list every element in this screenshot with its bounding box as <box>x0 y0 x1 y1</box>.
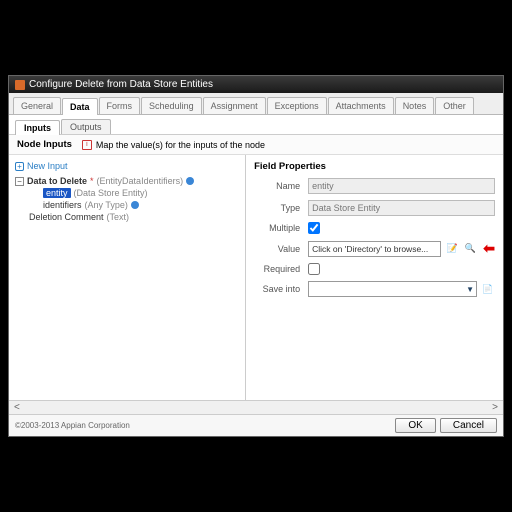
saveinto-dropdown[interactable]: ▼ <box>308 281 477 297</box>
node-inputs-hint: Map the value(s) for the inputs of the n… <box>96 140 265 150</box>
row-required: Required <box>254 263 495 275</box>
tab-scheduling[interactable]: Scheduling <box>141 97 202 114</box>
directory-browse-icon[interactable]: 🔍 <box>463 242 477 256</box>
tree-node-deletion-comment[interactable]: Deletion Comment (Text) <box>15 211 241 223</box>
node-inputs-bar: Node Inputs i Map the value(s) for the i… <box>9 135 503 155</box>
label-required: Required <box>254 264 304 274</box>
label-value: Value <box>254 244 304 254</box>
new-input-link[interactable]: + New Input <box>13 159 241 175</box>
new-input-label: New Input <box>27 161 68 171</box>
ok-button[interactable]: OK <box>395 418 435 433</box>
row-multiple: Multiple <box>254 222 495 234</box>
required-checkbox[interactable] <box>308 263 320 275</box>
tree-type: (Text) <box>107 212 130 222</box>
inputs-tree: − Data to Delete* (EntityDataIdentifiers… <box>13 175 241 223</box>
inputs-tree-panel: + New Input − Data to Delete* (EntityDat… <box>9 155 246 400</box>
copyright-text: ©2003-2013 Appian Corporation <box>15 421 391 430</box>
tree-node-entity[interactable]: entity (Data Store Entity) <box>15 187 241 199</box>
tree-type: (EntityDataIdentifiers) <box>97 176 184 186</box>
tree-label: Data to Delete <box>27 176 87 186</box>
top-tab-strip: General Data Forms Scheduling Assignment… <box>9 93 503 115</box>
dialog-body: + New Input − Data to Delete* (EntityDat… <box>9 155 503 400</box>
value-input[interactable]: Click on 'Directory' to browse... <box>308 241 441 257</box>
tab-general[interactable]: General <box>13 97 61 114</box>
expression-editor-icon[interactable]: 📝 <box>445 242 459 256</box>
scroll-right-icon[interactable]: > <box>489 402 501 413</box>
collapse-icon[interactable]: − <box>15 177 24 186</box>
label-multiple: Multiple <box>254 223 304 233</box>
cancel-button[interactable]: Cancel <box>440 418 497 433</box>
tree-type: (Data Store Entity) <box>74 188 148 198</box>
tab-forms[interactable]: Forms <box>99 97 141 114</box>
tab-notes[interactable]: Notes <box>395 97 435 114</box>
label-name: Name <box>254 181 304 191</box>
type-input <box>308 200 495 216</box>
tab-exceptions[interactable]: Exceptions <box>267 97 327 114</box>
label-saveinto: Save into <box>254 284 304 294</box>
window-title: Configure Delete from Data Store Entitie… <box>29 79 213 90</box>
horizontal-scrollbar[interactable]: < > <box>9 400 503 414</box>
tab-assignment[interactable]: Assignment <box>203 97 266 114</box>
sub-tab-strip: Inputs Outputs <box>9 115 503 135</box>
new-pv-icon[interactable]: 📄 <box>481 282 495 296</box>
tree-label: identifiers <box>43 200 82 210</box>
name-input <box>308 178 495 194</box>
info-icon: i <box>82 140 92 150</box>
tree-label: Deletion Comment <box>29 212 104 222</box>
chevron-down-icon: ▼ <box>466 285 474 294</box>
field-properties-heading: Field Properties <box>254 161 495 172</box>
tree-type: (Any Type) <box>85 200 128 210</box>
param-icon <box>131 201 139 209</box>
tab-attachments[interactable]: Attachments <box>328 97 394 114</box>
scroll-left-icon[interactable]: < <box>11 402 23 413</box>
dialog-window: Configure Delete from Data Store Entitie… <box>8 75 504 437</box>
tree-node-data-to-delete[interactable]: − Data to Delete* (EntityDataIdentifiers… <box>15 175 241 187</box>
subtab-inputs[interactable]: Inputs <box>15 120 60 135</box>
field-properties-panel: Field Properties Name Type Multiple Valu… <box>246 155 503 400</box>
tab-other[interactable]: Other <box>435 97 474 114</box>
app-icon <box>15 80 25 90</box>
row-value: Value Click on 'Directory' to browse... … <box>254 240 495 257</box>
annotation-arrow-icon: ⬅ <box>483 240 495 257</box>
dialog-footer: ©2003-2013 Appian Corporation OK Cancel <box>9 414 503 436</box>
subtab-outputs[interactable]: Outputs <box>61 119 111 134</box>
plus-icon: + <box>15 162 24 171</box>
titlebar: Configure Delete from Data Store Entitie… <box>9 76 503 93</box>
node-inputs-heading: Node Inputs <box>17 139 72 150</box>
multiple-checkbox[interactable] <box>308 222 320 234</box>
required-star: * <box>90 176 94 186</box>
tree-node-identifiers[interactable]: identifiers (Any Type) <box>15 199 241 211</box>
tree-label-selected: entity <box>43 188 71 198</box>
row-name: Name <box>254 178 495 194</box>
row-type: Type <box>254 200 495 216</box>
label-type: Type <box>254 203 304 213</box>
row-saveinto: Save into ▼ 📄 <box>254 281 495 297</box>
tab-data[interactable]: Data <box>62 98 98 115</box>
param-icon <box>186 177 194 185</box>
